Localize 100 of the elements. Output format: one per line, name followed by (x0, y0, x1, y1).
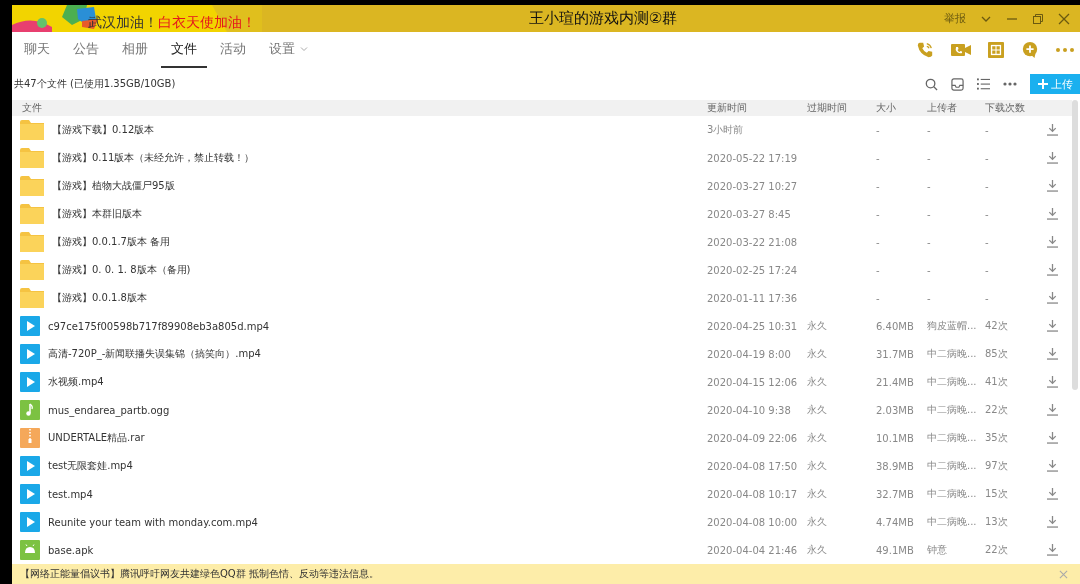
file-name[interactable]: test.mp4 (48, 488, 93, 500)
tab[interactable]: 聊天 (14, 32, 60, 68)
table-cell-text: 中二病晚... (927, 403, 978, 417)
more-icon[interactable] (1056, 48, 1074, 52)
play-icon (20, 456, 40, 476)
file-name[interactable]: 【游戏】0.0.1.8版本 (52, 291, 147, 305)
table-cell-text: - (927, 208, 932, 220)
file-name[interactable]: mus_endarea_partb.ogg (48, 404, 170, 416)
download-icon[interactable] (1047, 124, 1058, 136)
table-cell-text: - (927, 152, 932, 164)
download-icon[interactable] (1047, 292, 1058, 304)
download-icon[interactable] (1047, 236, 1058, 248)
download-icon[interactable] (1047, 432, 1058, 444)
folder-icon (20, 288, 44, 308)
table-cell-text: 22次 (985, 543, 1009, 557)
download-icon[interactable] (1047, 516, 1058, 528)
table-cell-text: 2020-04-10 9:38 (707, 404, 792, 416)
column-header[interactable]: 文件 (12, 101, 707, 115)
notice-text: 【网络正能量倡议书】腾讯呼吁网友共建绿色QQ群 抵制色情、反动等违法信息。 (20, 567, 379, 581)
table-cell-text: 中二病晚... (927, 375, 978, 389)
table-cell-text: - (876, 152, 881, 164)
column-header[interactable]: 上传者 (927, 101, 985, 115)
search-icon[interactable] (925, 77, 938, 91)
table-cell-text: - (985, 292, 990, 304)
file-name[interactable]: 【游戏】0. 0. 1. 8版本（备用) (52, 263, 191, 277)
download-icon[interactable] (1047, 264, 1058, 276)
column-header[interactable]: 大小 (876, 101, 927, 115)
file-name[interactable]: 【游戏下载】0.12版本 (52, 123, 155, 137)
download-icon[interactable] (1047, 376, 1058, 388)
table-cell-text: 2020-04-15 12:06 (707, 376, 799, 388)
table-cell-text: 永久 (807, 431, 828, 445)
file-name[interactable]: 水视频.mp4 (48, 375, 104, 389)
tab[interactable]: 文件 (161, 32, 207, 68)
file-name[interactable]: Reunite your team with monday.com.mp4 (48, 516, 258, 528)
file-name[interactable]: 【游戏】0.11版本（未经允许，禁止转载！） (52, 151, 255, 165)
download-icon[interactable] (1047, 544, 1058, 556)
video-camera-icon[interactable] (951, 42, 971, 58)
close-icon[interactable] (1058, 12, 1070, 25)
scrollbar[interactable] (1072, 100, 1078, 390)
download-icon[interactable] (1047, 320, 1058, 332)
table-cell-text: 狗皮蓝帽... (927, 319, 978, 333)
classroom-icon[interactable] (988, 42, 1004, 58)
column-header[interactable]: 下载次数 (985, 101, 1033, 115)
tab[interactable]: 活动 (210, 32, 256, 68)
table-cell-text: - (927, 264, 932, 276)
report-link[interactable]: 举报 (944, 11, 966, 26)
download-icon[interactable] (1047, 460, 1058, 472)
table-cell-text: 永久 (807, 543, 828, 557)
download-icon[interactable] (1047, 488, 1058, 500)
column-header[interactable]: 过期时间 (807, 101, 876, 115)
file-name[interactable]: UNDERTALE精品.rar (48, 431, 145, 445)
banner-slogan: 白衣天使加油！ (158, 13, 256, 32)
table-cell-text: 6.40MB (876, 320, 915, 332)
tab[interactable]: 公告 (63, 32, 109, 68)
table-cell-text: 3小时前 (707, 123, 745, 137)
table-cell-text: - (985, 264, 990, 276)
table-cell-text: 永久 (807, 347, 828, 361)
table-cell-text: - (985, 236, 990, 248)
table-cell-text: 2020-04-08 10:00 (707, 516, 799, 528)
file-name[interactable]: c97ce175f00598b717f89908eb3a805d.mp4 (48, 320, 270, 332)
download-icon[interactable] (1047, 404, 1058, 416)
folder-icon (20, 232, 44, 252)
inbox-icon[interactable] (951, 77, 964, 91)
plus-icon (1037, 79, 1048, 89)
download-icon[interactable] (1047, 348, 1058, 360)
table-cell-text: - (985, 152, 990, 164)
list-icon[interactable] (977, 78, 990, 90)
file-name[interactable]: test无限套娃.mp4 (48, 459, 133, 473)
download-icon[interactable] (1047, 180, 1058, 192)
table-cell-text: - (876, 124, 881, 136)
phone-icon[interactable] (916, 41, 934, 59)
tab[interactable]: 相册 (112, 32, 158, 68)
more-icon[interactable] (1003, 82, 1017, 86)
table-cell-text: 49.1MB (876, 544, 915, 556)
table-cell-text: 32.7MB (876, 488, 915, 500)
play-icon (20, 316, 40, 336)
table-cell-text: 2020-04-19 8:00 (707, 348, 792, 360)
play-icon (20, 484, 40, 504)
file-name[interactable]: 【游戏】植物大战僵尸95版 (52, 179, 175, 193)
table-cell-text: 2020-04-08 17:50 (707, 460, 799, 472)
music-note-icon (20, 400, 40, 420)
table-cell-text: - (985, 124, 990, 136)
file-name[interactable]: base.apk (48, 544, 94, 556)
table-cell-text: 10.1MB (876, 432, 915, 444)
table-cell-text: 2020-05-22 17:19 (707, 152, 799, 164)
banner-slogan: 武汉加油！ (88, 13, 158, 32)
restore-icon[interactable] (1032, 12, 1044, 25)
add-icon[interactable] (1021, 41, 1039, 59)
download-icon[interactable] (1047, 208, 1058, 220)
table-cell-text: 2020-04-09 22:06 (707, 432, 799, 444)
table-cell-text: 永久 (807, 403, 828, 417)
file-name[interactable]: 高清-720P_-新闻联播失误集锦（搞笑向）.mp4 (48, 347, 261, 361)
file-name[interactable]: 【游戏】0.0.1.7版本 备用 (52, 235, 171, 249)
tab[interactable]: 设置 (259, 32, 319, 68)
table-cell-text: 41次 (985, 375, 1009, 389)
column-header[interactable]: 更新时间 (707, 101, 807, 115)
close-icon[interactable] (1059, 569, 1068, 579)
file-name[interactable]: 【游戏】本群旧版本 (52, 207, 142, 221)
download-icon[interactable] (1047, 152, 1058, 164)
table-cell-text: 中二病晚... (927, 459, 978, 473)
